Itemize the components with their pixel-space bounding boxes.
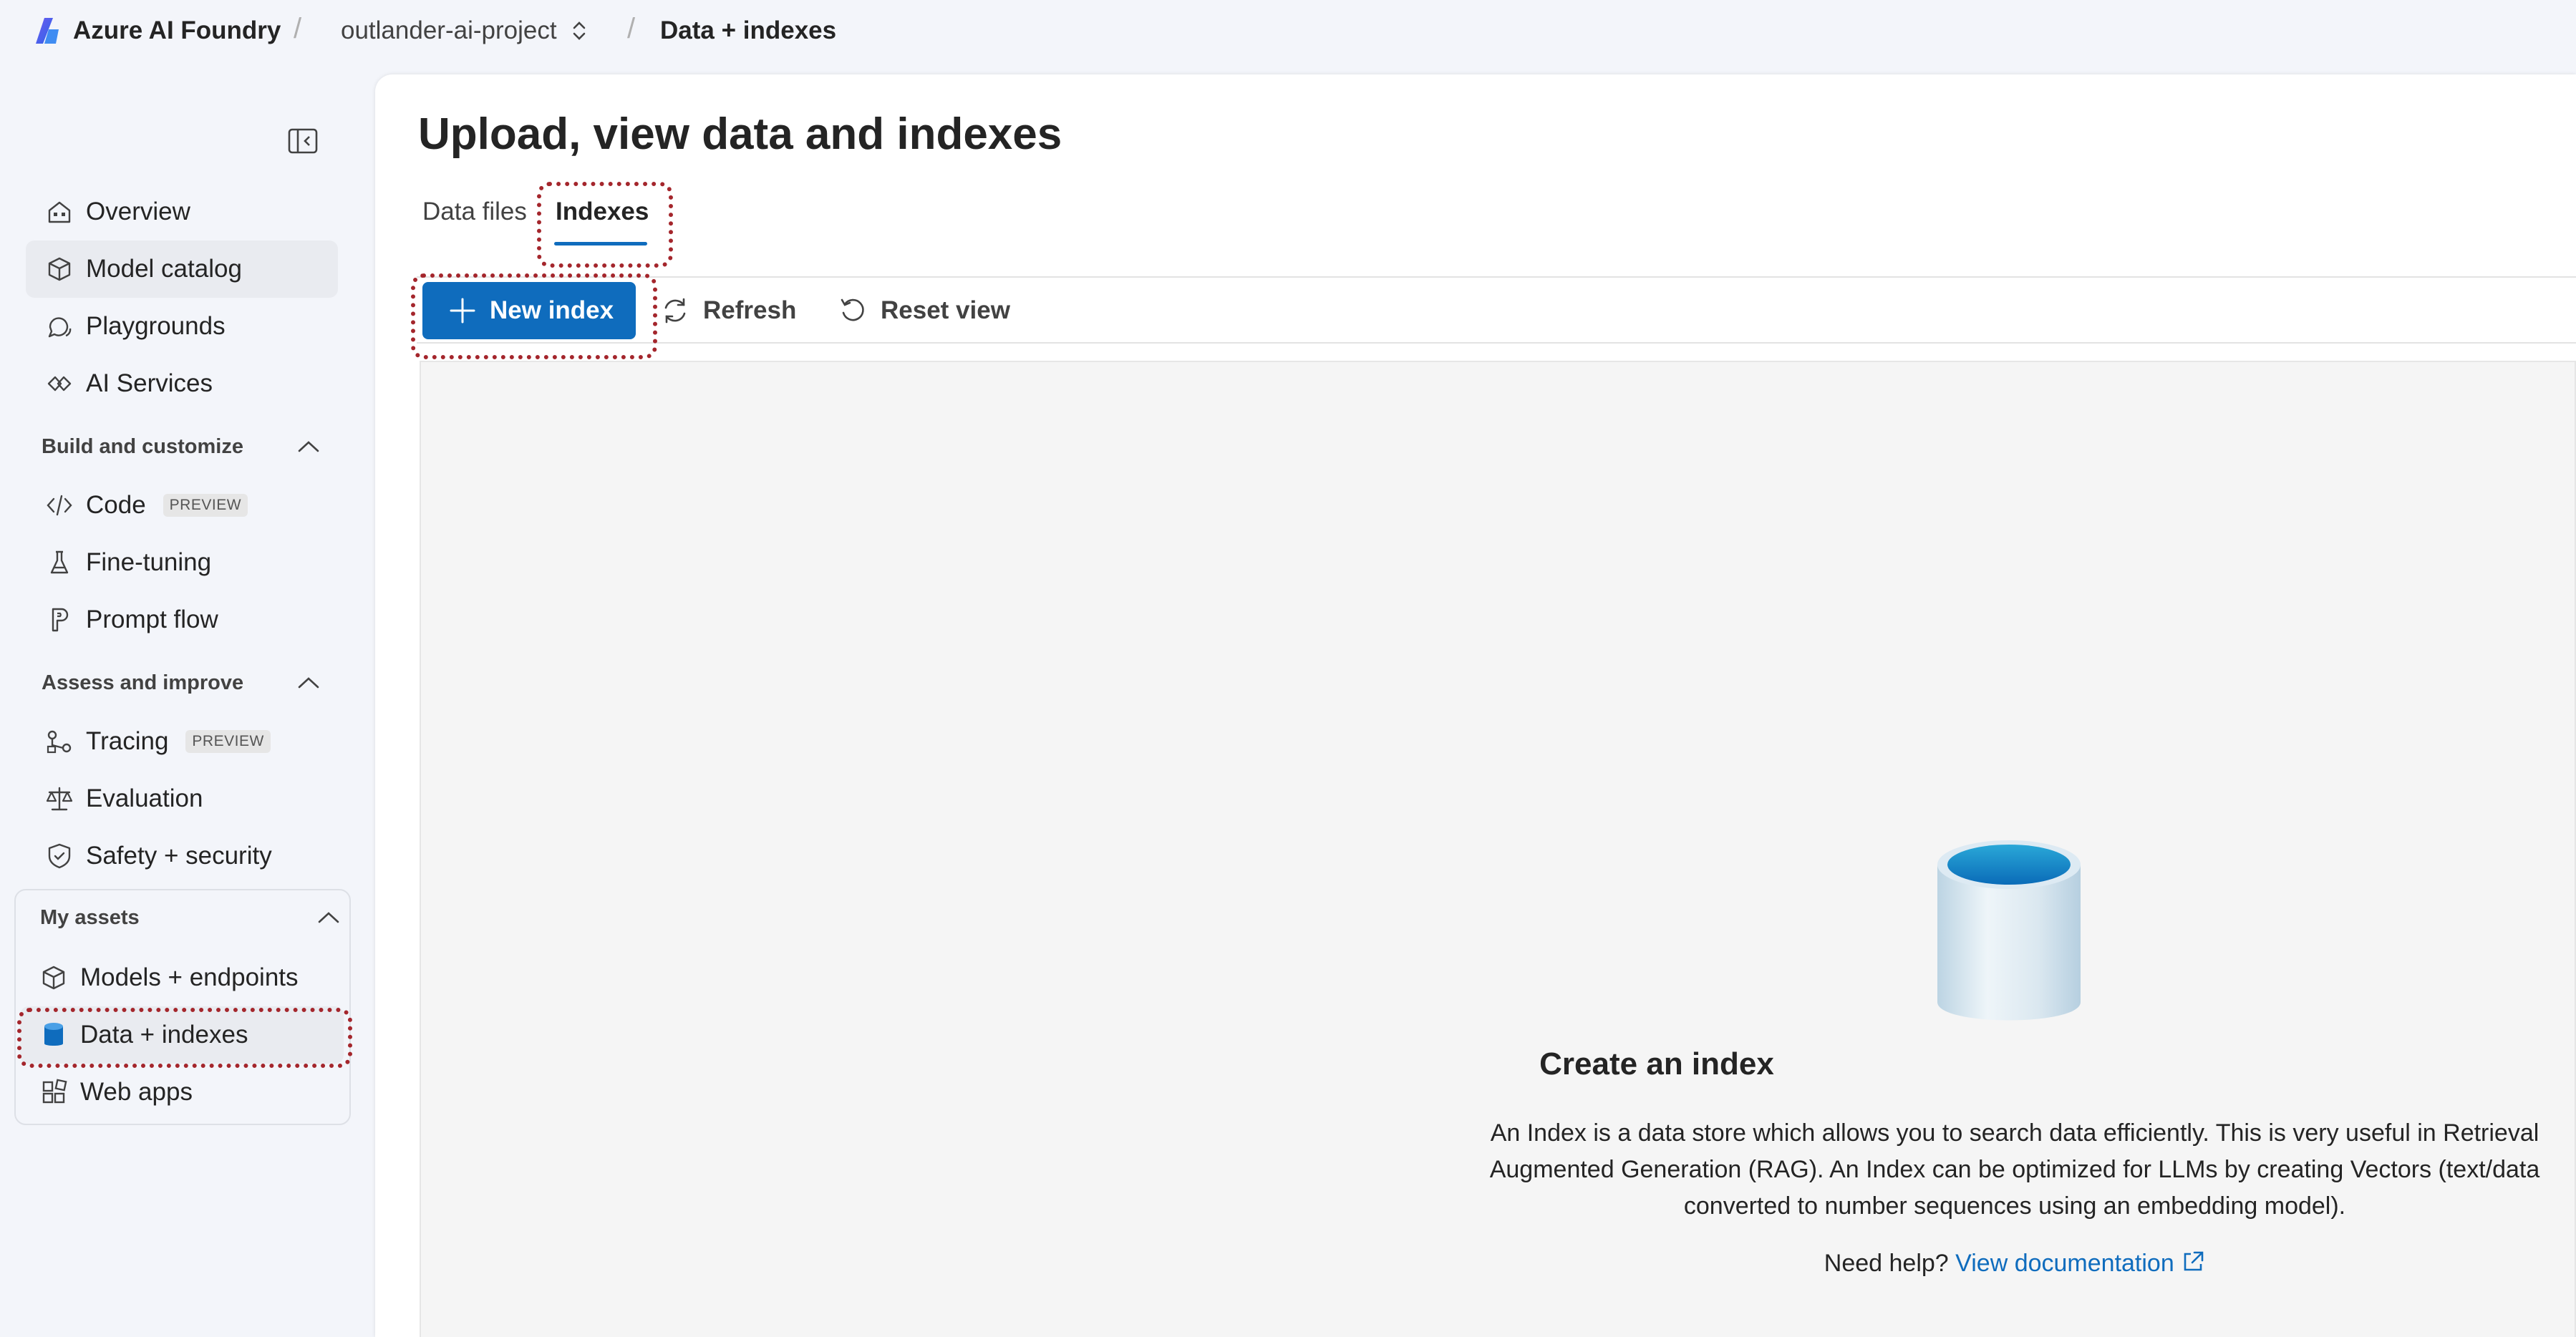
sidebar-item-label: Web apps: [80, 1078, 193, 1106]
project-selector[interactable]: outlander-ai-project: [341, 14, 587, 47]
chevron-up-icon: [296, 439, 321, 454]
preview-badge: PREVIEW: [163, 494, 248, 517]
brand[interactable]: Azure AI Foundry: [34, 14, 281, 47]
sidebar-item-label: Model catalog: [86, 255, 242, 283]
sidebar-item-tracing[interactable]: Tracing PREVIEW: [26, 713, 338, 770]
azure-ai-foundry-logo-icon: [34, 16, 60, 45]
sidebar-item-label: Fine-tuning: [86, 548, 212, 576]
sidebar-item-fine-tuning[interactable]: Fine-tuning: [26, 534, 338, 591]
project-name: outlander-ai-project: [341, 16, 557, 44]
tracing-icon: [44, 726, 74, 757]
toolbar-divider-bottom: [417, 342, 2576, 344]
open-in-new-icon: [2181, 1250, 2205, 1274]
preview-badge: PREVIEW: [185, 730, 271, 753]
sidebar-item-data-indexes[interactable]: Data + indexes: [20, 1006, 344, 1064]
sidebar-item-label: Models + endpoints: [80, 963, 299, 991]
my-assets-section: My assets Models + endpoints Data + inde…: [14, 889, 351, 1125]
sidebar-item-label: Evaluation: [86, 784, 203, 812]
sidebar-item-label: Playgrounds: [86, 312, 226, 340]
section-header-assess-and-improve[interactable]: Assess and improve: [42, 663, 321, 703]
database-icon: [39, 1020, 69, 1050]
toolbar-divider-top: [417, 276, 2576, 278]
web-apps-icon: [39, 1077, 69, 1107]
help-line: Need help? View documentation: [1432, 1250, 2576, 1278]
collapse-sidebar-icon[interactable]: [286, 126, 319, 156]
empty-state-title: Create an index: [1539, 1046, 1774, 1081]
sidebar-item-label: Prompt flow: [86, 606, 218, 633]
new-index-label: New index: [490, 296, 614, 324]
sidebar-item-safety-security[interactable]: Safety + security: [26, 827, 338, 885]
sidebar-item-prompt-flow[interactable]: Prompt flow: [26, 591, 338, 648]
sidebar-item-label: Overview: [86, 198, 190, 225]
chevron-up-icon: [296, 675, 321, 691]
scales-icon: [44, 784, 74, 814]
flask-icon: [44, 548, 74, 578]
sidebar-item-code[interactable]: Code PREVIEW: [26, 477, 338, 534]
breadcrumb-separator: /: [627, 13, 636, 44]
code-icon: [44, 490, 74, 520]
view-documentation-label: View documentation: [1955, 1250, 2174, 1277]
section-header-my-assets[interactable]: My assets: [40, 898, 341, 938]
sidebar-item-web-apps[interactable]: Web apps: [20, 1064, 344, 1121]
flow-icon: [44, 605, 74, 635]
new-index-button[interactable]: New index: [422, 282, 636, 339]
sidebar-item-playgrounds[interactable]: Playgrounds: [26, 298, 338, 355]
shield-icon: [44, 841, 74, 871]
sidebar-item-models-endpoints[interactable]: Models + endpoints: [20, 949, 344, 1006]
refresh-button[interactable]: Refresh: [660, 282, 796, 339]
refresh-label: Refresh: [703, 296, 797, 324]
home-icon: [44, 197, 74, 227]
sidebar-item-label: Safety + security: [86, 842, 272, 870]
chat-bubbles-icon: [44, 311, 74, 341]
section-header-build-and-customize[interactable]: Build and customize: [42, 427, 321, 467]
chevron-up-down-icon: [571, 19, 587, 43]
tab-indexes[interactable]: Indexes: [556, 198, 649, 226]
section-title: Build and customize: [42, 434, 243, 458]
view-documentation-link[interactable]: View documentation: [1955, 1250, 2205, 1277]
sidebar-item-label: Tracing: [86, 727, 169, 755]
reset-icon: [838, 296, 868, 326]
box-icon: [39, 963, 69, 993]
link-services-icon: [44, 369, 74, 399]
empty-state-description: An Index is a data store which allows yo…: [1489, 1119, 2540, 1220]
sidebar-item-ai-services[interactable]: AI Services: [26, 355, 338, 412]
database-illustration-icon: [1933, 836, 2085, 1035]
page-title: Upload, view data and indexes: [418, 110, 1062, 159]
refresh-icon: [660, 296, 690, 326]
reset-view-label: Reset view: [881, 296, 1010, 324]
help-prefix: Need help?: [1824, 1250, 1949, 1277]
sidebar-item-evaluation[interactable]: Evaluation: [26, 770, 338, 827]
sidebar-item-label: AI Services: [86, 369, 213, 397]
cube-catalog-icon: [44, 254, 74, 284]
sidebar-item-label: Data + indexes: [80, 1021, 248, 1049]
active-tab-indicator: [554, 242, 647, 245]
brand-name: Azure AI Foundry: [73, 16, 281, 44]
chevron-up-icon: [316, 910, 341, 925]
top-bar: Azure AI Foundry / outlander-ai-project …: [0, 0, 2576, 62]
reset-view-button[interactable]: Reset view: [838, 282, 1010, 339]
tab-data-files[interactable]: Data files: [422, 198, 527, 226]
breadcrumb-current-page: Data + indexes: [660, 16, 837, 44]
section-title: My assets: [40, 905, 140, 929]
sidebar-item-overview[interactable]: Overview: [26, 183, 338, 240]
sidebar-item-model-catalog[interactable]: Model catalog: [26, 240, 338, 298]
sidebar-item-label: Code: [86, 491, 146, 519]
plus-icon: [448, 296, 477, 325]
breadcrumb-separator: /: [294, 13, 302, 44]
section-title: Assess and improve: [42, 671, 244, 694]
